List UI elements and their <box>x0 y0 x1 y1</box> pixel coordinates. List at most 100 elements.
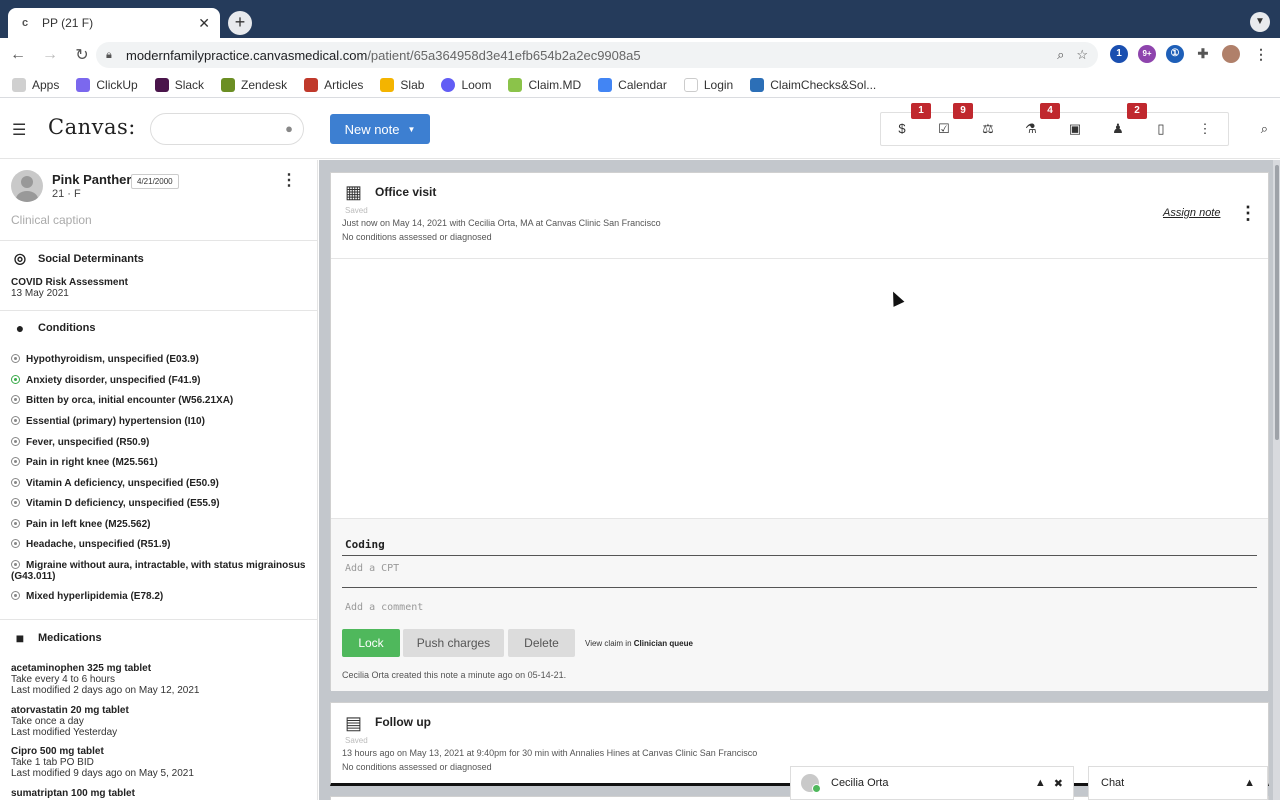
tab-search-icon[interactable]: ▼ <box>1250 12 1270 32</box>
divider <box>0 310 317 311</box>
patient-dob-badge: 4/21/2000 <box>131 174 179 189</box>
password-extension-icon[interactable]: ① <box>1166 45 1184 63</box>
chevron-up-icon[interactable]: ▲ <box>1035 777 1046 789</box>
condition-item[interactable]: Pain in left knee (M25.562) <box>11 519 311 530</box>
bookmark-slab[interactable]: Slab <box>380 77 424 92</box>
provider-icon[interactable]: ♟ <box>1108 121 1128 137</box>
slack-icon <box>154 77 169 92</box>
chat-window-cecilia[interactable]: Cecilia Orta ▲ ✖ <box>790 766 1074 800</box>
medications-heading[interactable]: ■ Medications <box>11 630 102 646</box>
header-icon-bar: $ 1 ☑ 9 ⚖ ⚗ 4 ▣ ♟ 2 ▯ ⋮ <box>880 103 1229 146</box>
billing-dollar-icon[interactable]: $ <box>892 121 912 136</box>
condition-item[interactable]: Pain in right knee (M25.561) <box>11 457 311 468</box>
extensions-puzzle-icon[interactable]: ✚ <box>1194 45 1212 63</box>
medication-item[interactable]: Cipro 500 mg tablet Take 1 tab PO BID La… <box>11 746 194 779</box>
assign-note-link[interactable]: Assign note <box>1163 207 1220 219</box>
browser-menu-icon[interactable]: ⋮ <box>1252 45 1270 63</box>
condition-item[interactable]: Hypothyroidism, unspecified (E03.9) <box>11 354 311 365</box>
address-bar[interactable]: 🔒︎ modernfamilypractice.canvasmedical.co… <box>96 42 1098 68</box>
back-icon[interactable]: ← <box>4 46 32 64</box>
bookmarks-bar: Apps ClickUp Slack Zendesk Articles Slab… <box>0 72 1280 98</box>
hamburger-menu-icon[interactable]: ☰ <box>12 120 26 140</box>
bookmark-calendar[interactable]: Calendar <box>598 77 667 92</box>
bookmark-claimmd[interactable]: Claim.MD <box>508 77 581 92</box>
image-icon[interactable]: ▣ <box>1065 121 1085 137</box>
extension-icon-2[interactable]: 9+ <box>1138 45 1156 63</box>
condition-item[interactable]: Migraine without aura, intractable, with… <box>11 560 311 582</box>
condition-item[interactable]: Bitten by orca, initial encounter (W56.2… <box>11 395 311 406</box>
bookmark-clickup[interactable]: ClickUp <box>76 77 138 92</box>
zoom-icon[interactable]: ⌕ <box>1057 47 1064 63</box>
delete-button[interactable]: Delete <box>508 629 575 657</box>
clinical-caption[interactable]: Clinical caption <box>11 213 92 227</box>
patient-age-sex: 21 · F <box>52 188 81 200</box>
more-vertical-icon[interactable]: ⋮ <box>1195 121 1215 137</box>
medication-item[interactable]: atorvastatin 20 mg tablet Take once a da… <box>11 705 129 738</box>
close-icon[interactable]: ✖ <box>1054 777 1063 790</box>
tasks-checkbox-icon[interactable]: ☑ <box>934 121 954 137</box>
bookmark-claimchecks[interactable]: ClaimChecks&Sol... <box>750 77 876 92</box>
patient-name[interactable]: Pink Panther <box>52 172 131 187</box>
bookmark-login[interactable]: Login <box>683 77 733 92</box>
forward-icon[interactable]: → <box>36 46 64 64</box>
bookmark-zendesk[interactable]: Zendesk <box>221 77 287 92</box>
add-comment-input[interactable]: Add a comment <box>345 602 423 613</box>
medication-item[interactable]: sumatriptan 100 mg tablet <box>11 788 135 799</box>
add-cpt-input[interactable]: Add a CPT <box>345 563 399 574</box>
bookmark-articles[interactable]: Articles <box>304 77 363 92</box>
condition-status-icon <box>11 478 20 487</box>
person-icon: ● <box>15 320 25 336</box>
search-icon[interactable]: ⌕ <box>1261 121 1268 137</box>
bookmark-star-icon[interactable]: ☆ <box>1076 47 1088 63</box>
note-meta: 13 hours ago on May 13, 2021 at 9:40pm f… <box>342 748 758 758</box>
new-note-button[interactable]: New note ▼ <box>330 114 430 144</box>
reload-icon[interactable]: ↻ <box>68 45 96 65</box>
condition-status-icon <box>11 560 20 569</box>
articles-icon <box>304 77 319 92</box>
tasks-badge: 9 <box>953 103 973 119</box>
browser-tab[interactable]: c PP (21 F) ✕ <box>8 8 220 38</box>
lab-flask-icon[interactable]: ⚗ <box>1021 121 1041 137</box>
bookmark-apps[interactable]: Apps <box>12 77 59 92</box>
divider <box>0 240 317 241</box>
patient-more-icon[interactable]: ⋮ <box>281 170 297 190</box>
view-claim-text: View claim in Clinician queue <box>585 639 693 648</box>
browser-toolbar: ← → ↻ 🔒︎ modernfamilypractice.canvasmedi… <box>0 38 1280 72</box>
condition-item[interactable]: Headache, unspecified (R51.9) <box>11 539 311 550</box>
provider-badge: 2 <box>1127 103 1147 119</box>
note-more-icon[interactable]: ⋮ <box>1239 203 1257 224</box>
new-tab-button[interactable]: + <box>228 11 252 35</box>
chat-panel[interactable]: Chat ▲ <box>1088 766 1268 800</box>
condition-item[interactable]: Essential (primary) hypertension (I10) <box>11 416 311 427</box>
medication-item[interactable]: acetaminophen 325 mg tablet Take every 4… <box>11 663 199 696</box>
condition-item[interactable]: Fever, unspecified (R50.9) <box>11 437 311 448</box>
condition-status-icon <box>11 375 20 384</box>
document-icon[interactable]: ▯ <box>1151 121 1171 137</box>
condition-status-icon <box>11 354 20 363</box>
target-icon: ◎ <box>13 250 27 266</box>
note-title[interactable]: Office visit <box>375 185 436 199</box>
social-determinants-heading[interactable]: ◎ Social Determinants <box>11 250 144 267</box>
covid-risk-assessment[interactable]: COVID Risk Assessment <box>11 277 128 288</box>
condition-item[interactable]: Mixed hyperlipidemia (E78.2) <box>11 591 311 602</box>
patient-search-input[interactable]: ● <box>150 113 304 145</box>
note-title[interactable]: Follow up <box>375 715 431 729</box>
billing-badge: 1 <box>911 103 931 119</box>
note-card-office-visit: ▦ Office visit Saved Just now on May 14,… <box>330 172 1269 691</box>
scrollbar-thumb[interactable] <box>1275 165 1279 440</box>
url-text: modernfamilypractice.canvasmedical.com/p… <box>126 47 641 63</box>
scale-icon[interactable]: ⚖ <box>978 121 998 137</box>
condition-item[interactable]: Vitamin A deficiency, unspecified (E50.9… <box>11 478 311 489</box>
clinician-queue-link[interactable]: Clinician queue <box>634 639 693 648</box>
profile-avatar[interactable] <box>1222 45 1240 63</box>
lock-button[interactable]: Lock <box>342 629 400 657</box>
condition-item[interactable]: Anxiety disorder, unspecified (F41.9) <box>11 375 311 386</box>
condition-item[interactable]: Vitamin D deficiency, unspecified (E55.9… <box>11 498 311 509</box>
close-tab-icon[interactable]: ✕ <box>198 15 210 32</box>
push-charges-button[interactable]: Push charges <box>403 629 504 657</box>
bookmark-slack[interactable]: Slack <box>154 77 204 92</box>
chevron-up-icon[interactable]: ▲ <box>1244 777 1255 789</box>
bookmark-loom[interactable]: Loom <box>441 77 491 92</box>
extension-icon-1[interactable]: 1 <box>1110 45 1128 63</box>
conditions-heading[interactable]: ● Conditions <box>11 320 96 336</box>
